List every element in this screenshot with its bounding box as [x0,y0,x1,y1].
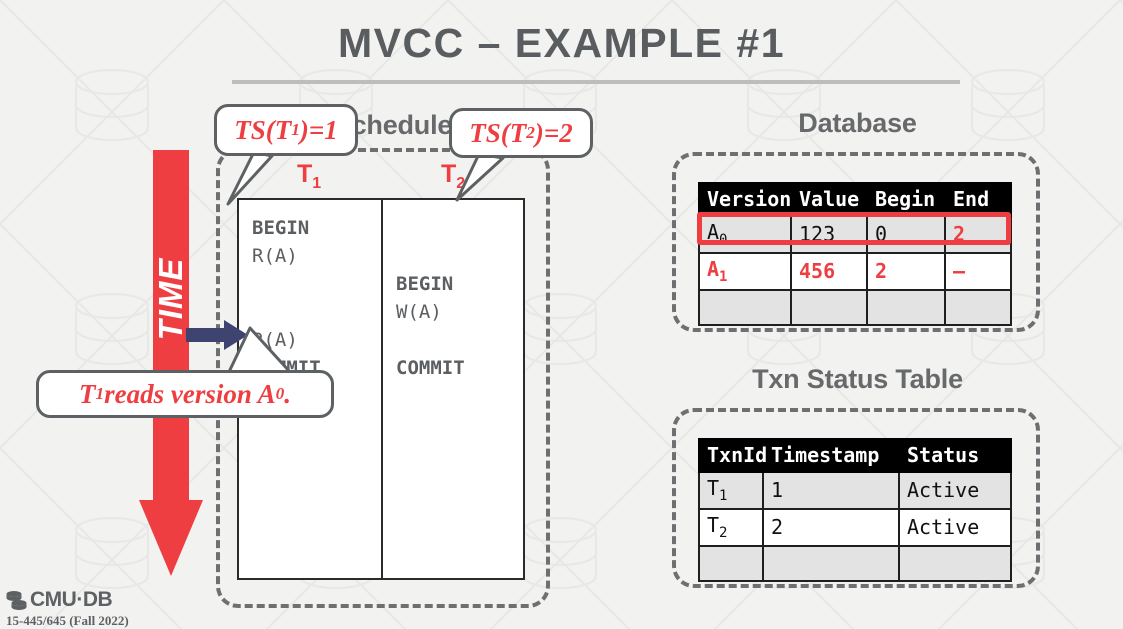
callout-ts-t2-body: TS(T 2)=2 [449,108,593,158]
column-header: Begin [866,182,946,217]
cell-end [944,289,1012,326]
cell-status: Active [898,508,1012,547]
schedule-column-t2: BEGIN W(A) COMMIT [381,200,523,578]
table-row-empty [698,289,1012,326]
cell-version [698,289,792,326]
title-divider [232,80,960,84]
column-header: End [944,182,1012,217]
cell-status [898,545,1012,582]
table-row: A1 456 2 – [698,252,1012,291]
schedule-op: R(A) [252,245,298,267]
column-header: TxnId [698,438,767,473]
cell-value: 456 [790,252,868,291]
page-title: MVCC – EXAMPLE #1 [338,20,785,66]
table-row: T1 1 Active [698,471,1012,510]
cell-begin: 0 [866,215,946,254]
callout-ts-t1: TS(T 1)=1 [214,104,358,206]
schedule-op: BEGIN [396,273,454,295]
cell-txnid: T2 [698,508,764,547]
txn-status-heading: Txn Status Table [752,364,963,394]
table-row: T2 2 Active [698,508,1012,547]
database-cylinder-icon [6,591,27,610]
cell-timestamp: 1 [762,471,900,510]
footer: CMU·DB 15-445/645 (Fall 2022) [6,588,129,629]
cell-txnid: T1 [698,471,764,510]
cell-value: 123 [790,215,868,254]
column-header: Value [790,182,868,217]
schedule-op: W(A) [396,301,442,323]
table-row-empty [698,545,1012,582]
logo-text: CMU·DB [30,588,113,611]
cell-version: A0 [698,215,792,254]
table-row: A0 123 0 2 [698,215,1012,254]
cell-version: A1 [698,252,792,291]
cell-txnid [698,545,764,582]
cmu-db-logo: CMU·DB [6,588,129,612]
cell-timestamp: 2 [762,508,900,547]
column-header: Status [898,438,1012,473]
cell-begin: 2 [866,252,946,291]
txn-status-table: TxnId Timestamp Status T1 1 Active T2 2 … [698,438,1012,582]
cell-begin [866,289,946,326]
cell-timestamp [762,545,900,582]
course-label: 15-445/645 (Fall 2022) [6,613,129,628]
table-header-row: TxnId Timestamp Status [698,438,1012,473]
callout-ts-t2: TS(T 2)=2 [449,108,593,202]
column-header: Timestamp [762,438,900,473]
column-header: Version [698,182,792,217]
callout-t1-reads: T1 reads version A0. [36,326,334,418]
schedule-op: BEGIN [252,217,310,239]
cell-status: Active [898,471,1012,510]
table-header-row: Version Value Begin End [698,182,1012,217]
callout-t1-reads-body: T1 reads version A0. [36,370,334,418]
schedule-op: COMMIT [396,357,465,379]
cell-value [790,289,868,326]
database-heading: Database [798,108,917,138]
callout-ts-t1-body: TS(T 1)=1 [214,104,358,156]
database-table: Version Value Begin End A0 123 0 2 A1 45… [698,182,1012,326]
cell-end: 2 [944,215,1012,254]
cell-end: – [944,252,1012,291]
